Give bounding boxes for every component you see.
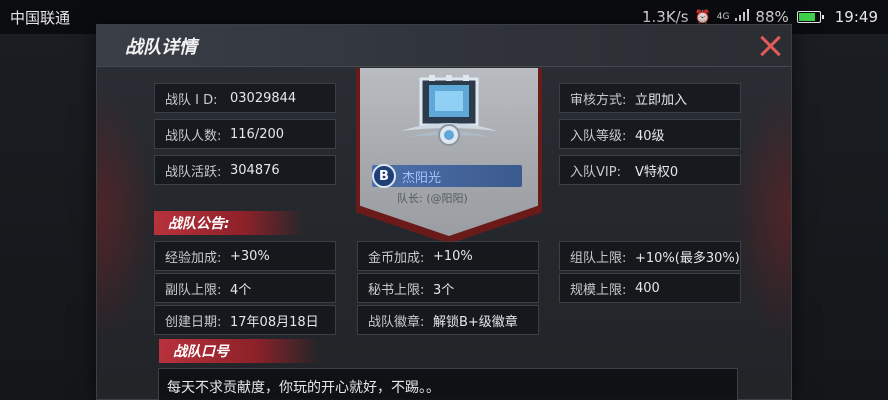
- notice-section-title: 战队公告:: [154, 211, 304, 235]
- scale-limit-field: 规模上限: 400: [559, 273, 741, 303]
- clock: 19:49: [834, 8, 878, 26]
- team-badge-icon: [401, 75, 497, 146]
- panel-title: 战队详情: [125, 37, 197, 58]
- panel-header: 战队详情: [97, 25, 791, 67]
- gold-bonus-field: 金币加成: +10%: [357, 241, 539, 271]
- team-detail-panel: 战队详情 战队 I D: 03029844 战队人数: 116/200 战队活跃…: [96, 24, 792, 400]
- vip-rank-icon: B: [372, 164, 396, 188]
- vice-limit-field: 副队上限: 4个: [154, 273, 336, 303]
- alarm-icon: ⏰: [694, 9, 711, 25]
- battery-icon: [796, 11, 824, 23]
- party-limit-field: 组队上限: +10%(最多30%): [559, 241, 741, 271]
- join-vip-field: 入队VIP: V特权0: [559, 155, 741, 185]
- close-icon[interactable]: [757, 33, 783, 59]
- review-method-field: 审核方式: 立即加入: [559, 83, 741, 113]
- team-members-field: 战队人数: 116/200: [154, 119, 336, 149]
- slogan-text: 每天不求贡献度，你玩的开心就好，不踢。。: [158, 368, 738, 400]
- captain-label: 队长: (@阳阳): [397, 192, 468, 205]
- secretary-limit-field: 秘书上限: 3个: [357, 273, 539, 303]
- team-id-field: 战队 I D: 03029844: [154, 83, 336, 113]
- network-type: 4G: [716, 12, 730, 22]
- slogan-section-title: 战队口号: [159, 339, 319, 363]
- team-activity-field: 战队活跃: 304876: [154, 155, 336, 185]
- create-date-field: 创建日期: 17年08月18日: [154, 305, 336, 335]
- team-badge-field: 战队徽章: 解锁B+级徽章: [357, 305, 539, 335]
- signal-icon: [735, 9, 750, 25]
- team-name: 杰阳光: [402, 171, 442, 186]
- exp-bonus-field: 经验加成: +30%: [154, 241, 336, 271]
- join-level-field: 入队等级: 40级: [559, 119, 741, 149]
